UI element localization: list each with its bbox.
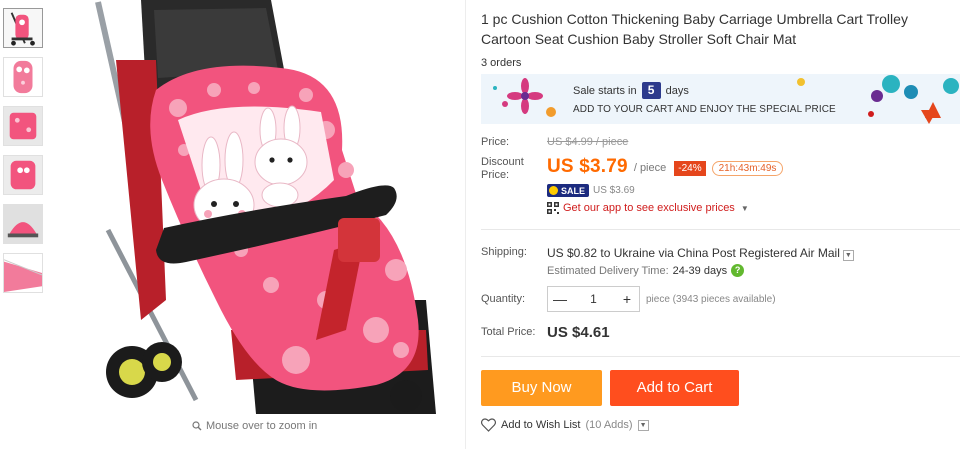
wish-list-text: Add to Wish List [501, 419, 581, 431]
quantity-stepper: — + [547, 286, 640, 312]
shipping-cost: US $0.82 [547, 246, 598, 260]
thumbnail-3[interactable] [3, 106, 43, 146]
eta-value: 24-39 days [672, 264, 728, 277]
shipping-destination: Ukraine [613, 246, 656, 260]
wish-count: (10 Adds) [585, 419, 633, 431]
zoom-hint-text: Mouse over to zoom in [206, 420, 318, 432]
original-price-row: Price: US $4.99 / piece [481, 136, 628, 149]
sale-coin-icon [549, 186, 558, 195]
shipping-row: Shipping: US $0.82 to Ukraine via China … [481, 246, 854, 261]
discount-price-row: Discount Price: US $3.79 / piece -24% 21… [481, 156, 784, 182]
wish-dropdown-icon[interactable]: ▼ [637, 419, 649, 431]
eta-label: Estimated Delivery Time: [547, 264, 669, 277]
price-section: Price: US $4.99 / piece Discount Price: … [481, 0, 960, 449]
heart-icon [481, 418, 496, 432]
per-piece-unit: / piece [633, 162, 667, 174]
section-divider [481, 356, 960, 357]
thumbnail-5[interactable] [3, 204, 43, 244]
discount-badge: -24% [674, 161, 706, 176]
wish-list-row[interactable]: Add to Wish List (10 Adds) ▼ [481, 418, 649, 432]
original-price: US $4.99 / piece [547, 136, 629, 148]
shipping-dropdown-icon[interactable]: ▼ [842, 250, 854, 261]
total-price: US $4.61 [547, 324, 610, 341]
qr-code-icon [547, 202, 559, 214]
shipping-to: to [600, 246, 611, 260]
current-price: US $3.79 [547, 156, 628, 177]
quantity-input[interactable] [572, 287, 615, 311]
sale-tag: SALE [547, 184, 590, 197]
sale-tag-text: SALE [561, 185, 586, 196]
buy-now-button[interactable]: Buy Now [481, 370, 602, 406]
increase-button[interactable]: + [615, 287, 639, 311]
sale-price-row: SALE US $3.69 [547, 184, 635, 197]
total-price-row: Total Price: US $4.61 [481, 324, 610, 341]
decrease-button[interactable]: — [548, 287, 572, 311]
total-price-label: Total Price: [481, 326, 536, 338]
magnifier-icon [192, 421, 202, 431]
delivery-estimate: Estimated Delivery Time: 24-39 days ? [547, 264, 745, 277]
section-divider [481, 229, 960, 230]
thumbnail-1[interactable] [3, 8, 43, 48]
quantity-availability: piece (3943 pieces available) [646, 293, 776, 305]
thumbnail-4[interactable] [3, 155, 43, 195]
sale-price: US $3.69 [593, 185, 635, 196]
shipping-label: Shipping: [481, 246, 527, 258]
thumbnail-strip [3, 8, 45, 302]
thumbnail-6[interactable] [3, 253, 43, 293]
shipping-method: via China Post Registered Air Mail [658, 246, 840, 260]
discount-price-label: Discount Price: [481, 156, 524, 181]
app-promo-link[interactable]: Get our app to see exclusive prices ▼ [547, 202, 749, 214]
add-to-cart-button[interactable]: Add to Cart [610, 370, 739, 406]
price-label: Price: [481, 136, 510, 148]
shipping-details[interactable]: US $0.82 to Ukraine via China Post Regis… [547, 246, 854, 261]
main-product-image[interactable] [46, 0, 464, 414]
thumbnail-2[interactable] [3, 57, 43, 97]
app-promo-text: Get our app to see exclusive prices [563, 202, 735, 214]
quantity-row: Quantity: — + piece (3943 pieces availab… [481, 286, 776, 312]
column-divider [465, 0, 466, 449]
countdown-timer: 21h:43m:49s [711, 161, 784, 176]
help-icon[interactable]: ? [731, 264, 745, 277]
chevron-down-icon: ▼ [740, 203, 749, 213]
quantity-label: Quantity: [481, 292, 526, 305]
zoom-hint: Mouse over to zoom in [192, 420, 317, 432]
